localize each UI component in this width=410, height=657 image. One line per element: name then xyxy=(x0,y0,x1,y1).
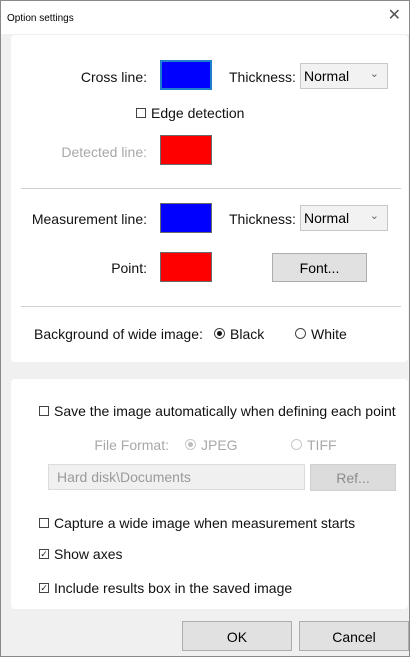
line-settings-panel: Cross line: Thickness: Normal ⌄ Edge det… xyxy=(11,35,408,362)
ok-button[interactable]: OK xyxy=(182,621,292,651)
background-black-radio[interactable] xyxy=(214,328,225,339)
save-settings-panel: Save the image automatically when defini… xyxy=(11,379,408,609)
background-white-label: White xyxy=(311,326,347,342)
cross-thickness-select[interactable]: Normal ⌄ xyxy=(300,63,388,89)
chevron-down-icon: ⌄ xyxy=(369,210,379,222)
cross-line-color-swatch[interactable] xyxy=(160,60,212,90)
detected-line-label: Detected line: xyxy=(61,144,147,160)
background-white-radio[interactable] xyxy=(295,328,306,339)
measurement-thickness-label: Thickness: xyxy=(229,211,296,227)
measurement-line-color-swatch[interactable] xyxy=(160,203,212,233)
detected-line-color-swatch[interactable] xyxy=(160,135,212,165)
font-button-label: Font... xyxy=(299,260,340,276)
include-results-label: Include results box in the saved image xyxy=(54,580,293,596)
cross-line-label: Cross line: xyxy=(80,69,147,85)
jpeg-radio[interactable] xyxy=(185,439,196,450)
include-results-checkbox[interactable]: ✓ xyxy=(39,583,49,593)
ok-button-label: OK xyxy=(226,629,248,645)
capture-wide-label: Capture a wide image when measurement st… xyxy=(54,515,356,531)
cross-thickness-value: Normal xyxy=(304,68,350,84)
cross-thickness-label: Thickness: xyxy=(229,69,296,85)
tiff-label: TIFF xyxy=(307,437,337,453)
capture-wide-checkbox[interactable] xyxy=(39,518,49,528)
point-label: Point: xyxy=(111,260,147,276)
title-bar: Option settings ✕ xyxy=(1,1,409,34)
show-axes-label: Show axes xyxy=(54,546,123,562)
tiff-radio[interactable] xyxy=(291,439,302,450)
file-format-label: File Format: xyxy=(94,437,169,453)
window-title: Option settings xyxy=(7,13,74,24)
cancel-button[interactable]: Cancel xyxy=(299,621,409,651)
cancel-button-label: Cancel xyxy=(332,629,376,645)
save-path-value: Hard disk\Documents xyxy=(57,469,191,485)
jpeg-label: JPEG xyxy=(201,437,238,453)
measurement-line-label: Measurement line: xyxy=(31,211,147,227)
edge-detection-label: Edge detection xyxy=(151,105,245,121)
edge-detection-checkbox[interactable] xyxy=(136,108,146,118)
ref-button-label: Ref... xyxy=(336,470,370,486)
option-settings-dialog: Option settings ✕ Cross line: Thickness:… xyxy=(0,0,410,657)
show-axes-checkbox[interactable]: ✓ xyxy=(39,549,49,559)
checkmark-icon: ✓ xyxy=(40,583,48,593)
measurement-thickness-select[interactable]: Normal ⌄ xyxy=(300,205,388,231)
divider xyxy=(21,188,401,189)
auto-save-checkbox[interactable] xyxy=(39,406,49,416)
font-button[interactable]: Font... xyxy=(272,253,367,282)
auto-save-label: Save the image automatically when defini… xyxy=(54,403,396,419)
background-black-label: Black xyxy=(230,326,265,342)
close-icon[interactable]: ✕ xyxy=(388,8,401,24)
checkmark-icon: ✓ xyxy=(40,549,48,559)
point-color-swatch[interactable] xyxy=(160,252,212,282)
save-path-field[interactable]: Hard disk\Documents xyxy=(48,464,305,490)
divider xyxy=(21,306,401,307)
measurement-thickness-value: Normal xyxy=(304,210,350,226)
background-label: Background of wide image: xyxy=(34,326,203,342)
ref-button[interactable]: Ref... xyxy=(310,464,396,491)
chevron-down-icon: ⌄ xyxy=(369,68,379,80)
